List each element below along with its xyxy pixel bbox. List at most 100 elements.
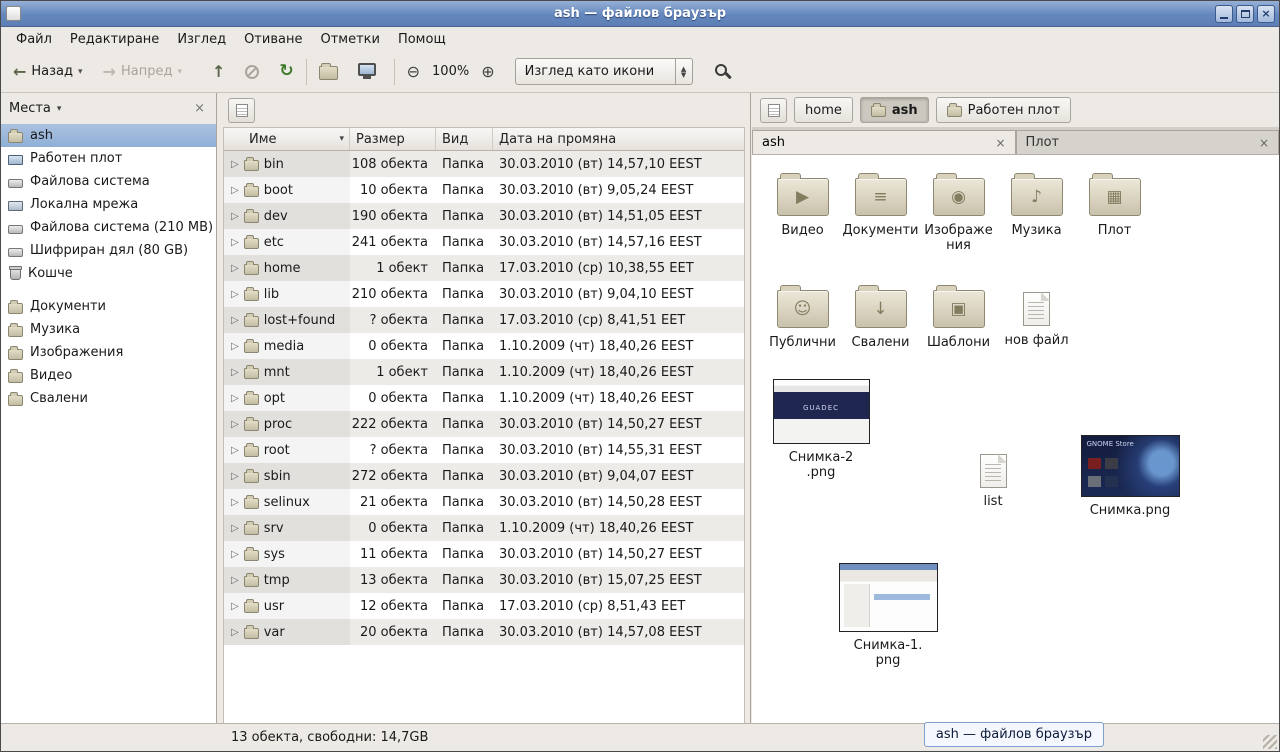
pane-location-button[interactable] — [228, 98, 255, 123]
expander-icon[interactable]: ▷ — [231, 549, 239, 560]
icon-grid-item[interactable]: ♪ Музика — [998, 167, 1075, 275]
tab-ash[interactable]: ash × — [752, 130, 1016, 154]
menu-item[interactable]: Помощ — [389, 29, 455, 50]
table-row[interactable]: ▷ etc 241 обекта Папка 30.03.2010 (вт) 1… — [224, 229, 744, 255]
icon-grid-item[interactable]: ◉ Изображения — [920, 167, 997, 275]
table-row[interactable]: ▷ srv 0 обекта Папка 1.10.2009 (чт) 18,4… — [224, 515, 744, 541]
sidebar-item[interactable]: Свалени — [1, 387, 216, 410]
sidebar-item[interactable]: Кошче — [1, 262, 216, 285]
zoom-in-button[interactable]: ⊕ — [475, 61, 500, 83]
zoom-out-button[interactable]: ⊖ — [401, 61, 426, 83]
maximize-button[interactable] — [1236, 5, 1254, 23]
expander-icon[interactable]: ▷ — [231, 289, 239, 300]
table-row[interactable]: ▷ media 0 обекта Папка 1.10.2009 (чт) 18… — [224, 333, 744, 359]
table-row[interactable]: ▷ home 1 обект Папка 17.03.2010 (ср) 10,… — [224, 255, 744, 281]
icon-grid-item[interactable]: ▣ Шаблони — [920, 279, 997, 387]
column-header-name[interactable]: Име ▾ — [224, 128, 350, 150]
icon-grid-item[interactable]: ▶ Видео — [764, 167, 841, 275]
table-row[interactable]: ▷ mnt 1 обект Папка 1.10.2009 (чт) 18,40… — [224, 359, 744, 385]
expander-icon[interactable]: ▷ — [231, 237, 239, 248]
breadcrumb-ash[interactable]: ash — [860, 97, 929, 123]
column-header-size[interactable]: Размер — [350, 128, 436, 150]
home-button[interactable] — [313, 59, 344, 84]
expander-icon[interactable]: ▷ — [231, 341, 239, 352]
sidebar-item[interactable]: ash — [1, 124, 216, 147]
table-row[interactable]: ▷ tmp 13 обекта Папка 30.03.2010 (вт) 15… — [224, 567, 744, 593]
close-button[interactable]: × — [1257, 5, 1275, 23]
table-row[interactable]: ▷ sys 11 обекта Папка 30.03.2010 (вт) 14… — [224, 541, 744, 567]
forward-button[interactable]: → Напред ▾ — [97, 60, 188, 83]
expander-icon[interactable]: ▷ — [231, 497, 239, 508]
table-row[interactable]: ▷ dev 190 обекта Папка 30.03.2010 (вт) 1… — [224, 203, 744, 229]
table-row[interactable]: ▷ opt 0 обекта Папка 1.10.2009 (чт) 18,4… — [224, 385, 744, 411]
icon-grid-item[interactable]: нов файл — [998, 279, 1075, 387]
up-button[interactable]: ↑ — [206, 61, 231, 83]
expander-icon[interactable]: ▷ — [231, 419, 239, 430]
sidebar-item[interactable] — [1, 285, 216, 295]
icon-grid-item[interactable]: ≡ Документи — [842, 167, 919, 275]
back-button[interactable]: ← Назад ▾ — [7, 60, 89, 83]
table-row[interactable]: ▷ proc 222 обекта Папка 30.03.2010 (вт) … — [224, 411, 744, 437]
menu-item[interactable]: Файл — [7, 29, 61, 50]
table-row[interactable]: ▷ sbin 272 обекта Папка 30.03.2010 (вт) … — [224, 463, 744, 489]
menu-item[interactable]: Изглед — [168, 29, 235, 50]
icon-grid-item[interactable]: ▦ Плот — [1076, 167, 1153, 275]
file-item-snimka2[interactable]: GUADEC Снимка-2.png — [766, 379, 876, 480]
minimize-button[interactable] — [1215, 5, 1233, 23]
close-sidebar-button[interactable]: × — [191, 101, 208, 116]
sidebar-item[interactable]: Работен плот — [1, 147, 216, 170]
expander-icon[interactable]: ▷ — [231, 393, 239, 404]
table-row[interactable]: ▷ var 20 обекта Папка 30.03.2010 (вт) 14… — [224, 619, 744, 645]
expander-icon[interactable]: ▷ — [231, 575, 239, 586]
tab-desktop[interactable]: Плот × — [1016, 130, 1280, 154]
menu-item[interactable]: Отиване — [235, 29, 311, 50]
expander-icon[interactable]: ▷ — [231, 185, 239, 196]
table-row[interactable]: ▷ usr 12 обекта Папка 17.03.2010 (ср) 8,… — [224, 593, 744, 619]
search-button[interactable] — [709, 60, 737, 84]
chevron-down-icon[interactable]: ▾ — [57, 104, 62, 114]
table-row[interactable]: ▷ lib 210 обекта Папка 30.03.2010 (вт) 9… — [224, 281, 744, 307]
sidebar-item[interactable]: Документи — [1, 295, 216, 318]
expander-icon[interactable]: ▷ — [231, 367, 239, 378]
expander-icon[interactable]: ▷ — [231, 445, 239, 456]
table-row[interactable]: ▷ selinux 21 обекта Папка 30.03.2010 (вт… — [224, 489, 744, 515]
file-item-snimka[interactable]: GNOME Store Снимка.png — [1070, 435, 1190, 518]
sidebar-item[interactable]: Локална мрежа — [1, 193, 216, 216]
computer-button[interactable] — [352, 59, 382, 84]
view-mode-select[interactable]: Изглед като икони ▲▼ — [515, 58, 693, 85]
column-header-kind[interactable]: Вид — [436, 128, 493, 150]
breadcrumb-desktop[interactable]: Работен плот — [936, 97, 1071, 123]
sidebar-item[interactable]: Шифриран дял (80 GB) — [1, 239, 216, 262]
tab-close-icon[interactable]: × — [1259, 136, 1269, 150]
expander-icon[interactable]: ▷ — [231, 471, 239, 482]
resize-grip[interactable] — [1263, 735, 1277, 749]
file-item-list[interactable]: list — [958, 447, 1028, 509]
table-row[interactable]: ▷ root ? обекта Папка 30.03.2010 (вт) 14… — [224, 437, 744, 463]
menu-item[interactable]: Редактиране — [61, 29, 168, 50]
icon-grid-item[interactable]: ↓ Свалени — [842, 279, 919, 387]
expander-icon[interactable]: ▷ — [231, 523, 239, 534]
sidebar-item[interactable]: Файлова система — [1, 170, 216, 193]
expander-icon[interactable]: ▷ — [231, 159, 239, 170]
sidebar-item[interactable]: Музика — [1, 318, 216, 341]
reload-button[interactable]: ↻ — [273, 60, 299, 83]
stop-button[interactable] — [239, 61, 265, 83]
sidebar-item[interactable]: Изображения — [1, 341, 216, 364]
expander-icon[interactable]: ▷ — [231, 315, 239, 326]
sidebar-item[interactable]: Видео — [1, 364, 216, 387]
icon-grid-item[interactable]: ☺ Публични — [764, 279, 841, 387]
column-header-date[interactable]: Дата на промяна — [493, 128, 744, 150]
file-item-snimka1[interactable]: Снимка-1.png — [830, 563, 946, 668]
expander-icon[interactable]: ▷ — [231, 211, 239, 222]
table-row[interactable]: ▷ bin 108 обекта Папка 30.03.2010 (вт) 1… — [224, 151, 744, 177]
tab-close-icon[interactable]: × — [995, 136, 1005, 150]
expander-icon[interactable]: ▷ — [231, 263, 239, 274]
expander-icon[interactable]: ▷ — [231, 601, 239, 612]
menu-item[interactable]: Отметки — [311, 29, 388, 50]
breadcrumb-home[interactable]: home — [794, 97, 853, 123]
pane-location-button[interactable] — [760, 98, 787, 123]
table-row[interactable]: ▷ boot 10 обекта Папка 30.03.2010 (вт) 9… — [224, 177, 744, 203]
expander-icon[interactable]: ▷ — [231, 627, 239, 638]
table-row[interactable]: ▷ lost+found ? обекта Папка 17.03.2010 (… — [224, 307, 744, 333]
sidebar-item[interactable]: Файлова система (210 MB) — [1, 216, 216, 239]
